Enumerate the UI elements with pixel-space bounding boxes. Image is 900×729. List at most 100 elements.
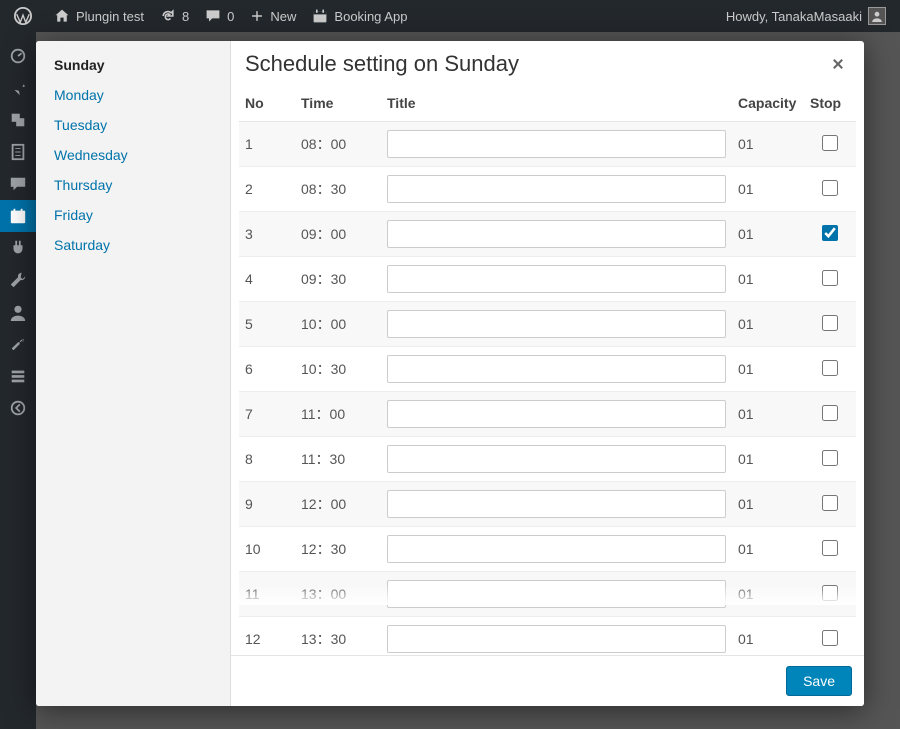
- row-no: 11: [239, 572, 295, 617]
- stop-checkbox[interactable]: [822, 360, 838, 376]
- refresh-icon: [160, 8, 176, 24]
- stop-checkbox[interactable]: [822, 630, 838, 646]
- pages-icon: [9, 143, 27, 161]
- col-title-header: Title: [381, 85, 732, 122]
- row-time: 10：30: [295, 347, 381, 392]
- nav-dashboard-icon[interactable]: [0, 40, 36, 72]
- howdy-link[interactable]: Howdy, TanakaMasaaki: [718, 0, 894, 32]
- stop-checkbox[interactable]: [822, 405, 838, 421]
- nav-pin-icon[interactable]: [0, 72, 36, 104]
- title-input[interactable]: [387, 175, 726, 203]
- row-capacity: 01: [732, 392, 804, 437]
- stop-checkbox[interactable]: [822, 135, 838, 151]
- table-row: 811：3001: [239, 437, 856, 482]
- stop-checkbox[interactable]: [822, 270, 838, 286]
- stop-checkbox[interactable]: [822, 225, 838, 241]
- title-input[interactable]: [387, 490, 726, 518]
- row-time: 13：30: [295, 617, 381, 656]
- title-input[interactable]: [387, 220, 726, 248]
- row-stop-cell: [804, 347, 856, 392]
- day-tab-sunday: Sunday: [54, 57, 212, 73]
- day-tab-saturday[interactable]: Saturday: [54, 237, 212, 253]
- title-input[interactable]: [387, 625, 726, 653]
- stop-checkbox[interactable]: [822, 315, 838, 331]
- row-stop-cell: [804, 212, 856, 257]
- updates-link[interactable]: 8: [152, 0, 197, 32]
- row-no: 10: [239, 527, 295, 572]
- table-row: 1012：3001: [239, 527, 856, 572]
- stop-checkbox[interactable]: [822, 450, 838, 466]
- schedule-table: No Time Title Capacity Stop 108：0001208：…: [239, 85, 856, 655]
- nav-settings-icon[interactable]: [0, 360, 36, 392]
- plus-icon: [250, 9, 264, 23]
- table-row: 610：3001: [239, 347, 856, 392]
- avatar: [868, 7, 886, 25]
- nav-tools-icon[interactable]: [0, 264, 36, 296]
- day-tab-thursday[interactable]: Thursday: [54, 177, 212, 193]
- booking-app-link[interactable]: Booking App: [304, 0, 415, 32]
- nav-wrench-icon[interactable]: [0, 328, 36, 360]
- nav-user-icon[interactable]: [0, 296, 36, 328]
- stop-checkbox[interactable]: [822, 180, 838, 196]
- save-button[interactable]: Save: [786, 666, 852, 696]
- row-title-cell: [381, 437, 732, 482]
- row-stop-cell: [804, 167, 856, 212]
- row-stop-cell: [804, 617, 856, 656]
- row-time: 11：00: [295, 392, 381, 437]
- row-title-cell: [381, 572, 732, 617]
- howdy-text: Howdy, TanakaMasaaki: [726, 9, 862, 24]
- row-no: 3: [239, 212, 295, 257]
- nav-plugin-icon[interactable]: [0, 232, 36, 264]
- nav-comments-icon[interactable]: [0, 168, 36, 200]
- close-button[interactable]: [826, 52, 850, 76]
- row-title-cell: [381, 212, 732, 257]
- new-link[interactable]: New: [242, 0, 304, 32]
- table-row: 409：3001: [239, 257, 856, 302]
- stop-checkbox[interactable]: [822, 495, 838, 511]
- row-stop-cell: [804, 572, 856, 617]
- table-row: 510：0001: [239, 302, 856, 347]
- title-input[interactable]: [387, 130, 726, 158]
- day-tab-wednesday[interactable]: Wednesday: [54, 147, 212, 163]
- admin-nav: [0, 32, 36, 729]
- comments-link[interactable]: 0: [197, 0, 242, 32]
- stop-checkbox[interactable]: [822, 540, 838, 556]
- row-stop-cell: [804, 392, 856, 437]
- title-input[interactable]: [387, 265, 726, 293]
- row-capacity: 01: [732, 167, 804, 212]
- wp-logo[interactable]: [6, 0, 46, 32]
- site-name-link[interactable]: Plungin test: [46, 0, 152, 32]
- nav-pages-icon[interactable]: [0, 136, 36, 168]
- row-title-cell: [381, 392, 732, 437]
- title-input[interactable]: [387, 535, 726, 563]
- media-icon: [9, 111, 27, 129]
- nav-calendar-icon[interactable]: [0, 200, 36, 232]
- day-tab-monday[interactable]: Monday: [54, 87, 212, 103]
- row-time: 13：00: [295, 572, 381, 617]
- stop-checkbox[interactable]: [822, 585, 838, 601]
- title-input[interactable]: [387, 355, 726, 383]
- row-stop-cell: [804, 302, 856, 347]
- row-capacity: 01: [732, 572, 804, 617]
- calendar-icon: [312, 8, 328, 24]
- nav-media-icon[interactable]: [0, 104, 36, 136]
- wrench-icon: [9, 335, 27, 353]
- nav-collapse-icon[interactable]: [0, 392, 36, 424]
- row-title-cell: [381, 617, 732, 656]
- col-capacity-header: Capacity: [732, 85, 804, 122]
- row-capacity: 01: [732, 302, 804, 347]
- row-stop-cell: [804, 482, 856, 527]
- updates-count: 8: [182, 9, 189, 24]
- row-capacity: 01: [732, 482, 804, 527]
- day-tab-tuesday[interactable]: Tuesday: [54, 117, 212, 133]
- title-input[interactable]: [387, 445, 726, 473]
- title-input[interactable]: [387, 400, 726, 428]
- new-label: New: [270, 9, 296, 24]
- title-input[interactable]: [387, 580, 726, 608]
- row-time: 11：30: [295, 437, 381, 482]
- comments-icon: [9, 175, 27, 193]
- title-input[interactable]: [387, 310, 726, 338]
- row-capacity: 01: [732, 617, 804, 656]
- booking-app-label: Booking App: [334, 9, 407, 24]
- day-tab-friday[interactable]: Friday: [54, 207, 212, 223]
